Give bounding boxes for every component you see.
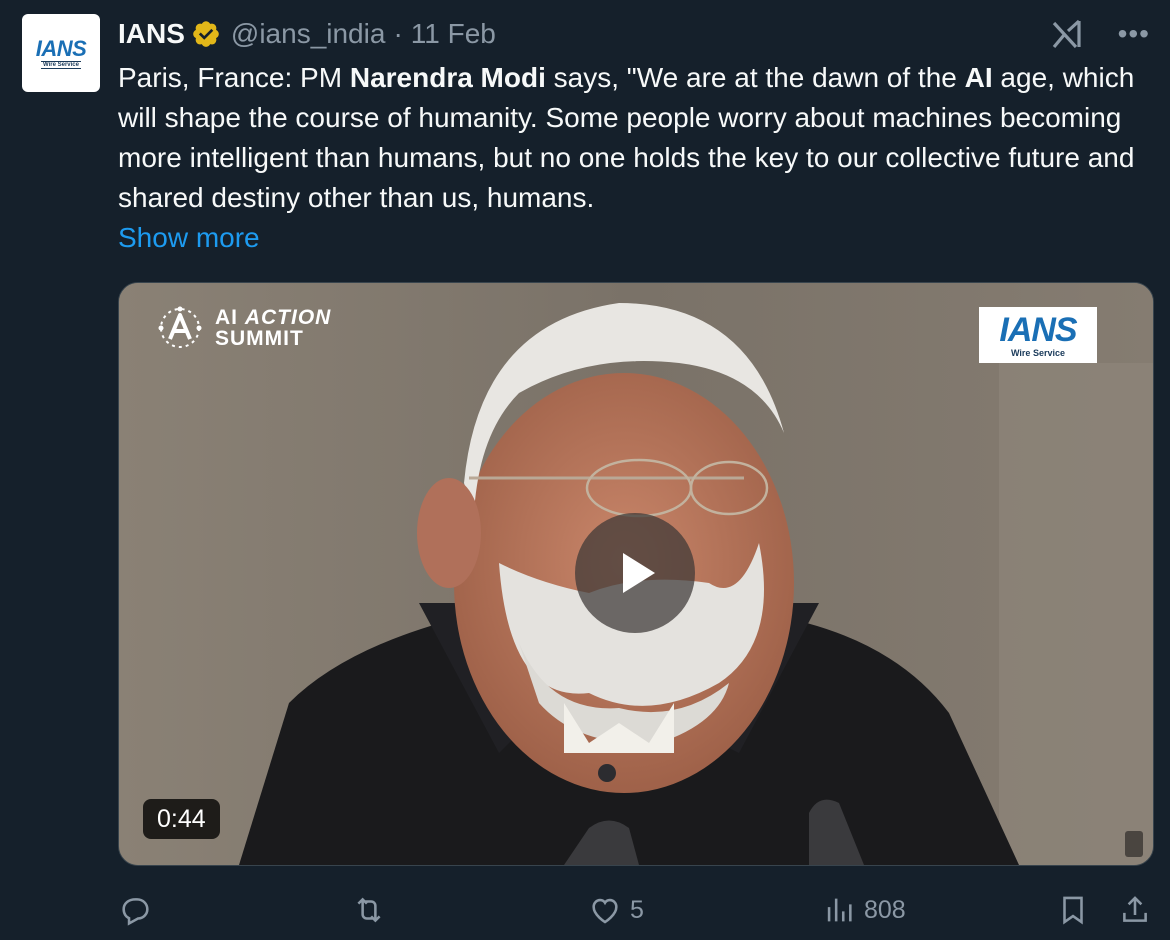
views-button[interactable]: 808	[822, 888, 906, 932]
play-button[interactable]	[575, 513, 695, 633]
grok-icon[interactable]	[1050, 17, 1084, 51]
bookmark-button[interactable]	[1056, 888, 1090, 932]
tweet-date[interactable]: 11 Feb	[411, 18, 496, 50]
summit-text: AI ACTION SUMMIT	[215, 307, 331, 349]
watermark-subtext: Wire Service	[1011, 347, 1065, 358]
views-count: 808	[864, 895, 906, 924]
ians-watermark-logo: IANS Wire Service	[979, 307, 1097, 363]
tweet-text-part: Paris, France: PM	[118, 62, 350, 93]
more-icon[interactable]: •••	[1118, 20, 1150, 48]
show-more-link[interactable]: Show more	[118, 218, 1148, 258]
author-display-name[interactable]: IANS	[118, 18, 185, 50]
video-duration-badge: 0:44	[143, 799, 220, 839]
ai-action-summit-logo: AI ACTION SUMMIT	[157, 305, 331, 351]
video-player[interactable]: AI ACTION SUMMIT IANS Wire Service 0:44	[118, 282, 1154, 866]
avatar-logo-text: IANS	[35, 35, 87, 61]
play-icon	[623, 553, 655, 593]
share-icon	[1123, 896, 1147, 922]
summit-summit-label: SUMMIT	[215, 327, 304, 350]
share-button[interactable]	[1118, 888, 1152, 932]
author-handle[interactable]: @ians_india	[231, 18, 386, 50]
tweet-text: Paris, France: PM Narendra Modi says, "W…	[118, 58, 1148, 258]
like-icon	[592, 898, 618, 924]
tweet-top-actions: •••	[1050, 14, 1150, 54]
tweet-text-part: says, "We are at the dawn of the	[545, 62, 965, 93]
reply-icon	[122, 898, 149, 926]
tweet-header: IANS @ians_india · 11 Feb	[118, 14, 496, 54]
bookmark-icon	[1063, 896, 1083, 925]
repost-button[interactable]	[352, 888, 394, 932]
repost-icon	[357, 897, 381, 923]
tweet-text-bold-ai: AI	[964, 62, 993, 93]
like-button[interactable]: 5	[588, 888, 644, 932]
views-icon	[827, 898, 852, 922]
header-separator: ·	[393, 18, 403, 49]
reply-button[interactable]	[118, 888, 160, 932]
author-avatar[interactable]: IANS Wire Service	[22, 14, 100, 92]
avatar-logo-subtext: Wire Service	[41, 60, 81, 69]
summit-ai-label: AI	[215, 306, 238, 329]
like-count: 5	[630, 895, 644, 924]
watermark-text: IANS	[999, 310, 1077, 349]
summit-action-label: ACTION	[244, 306, 332, 329]
verified-badge-icon[interactable]	[191, 19, 221, 49]
ai-summit-emblem-icon	[158, 306, 202, 348]
tweet-text-bold-name: Narendra Modi	[349, 62, 546, 93]
